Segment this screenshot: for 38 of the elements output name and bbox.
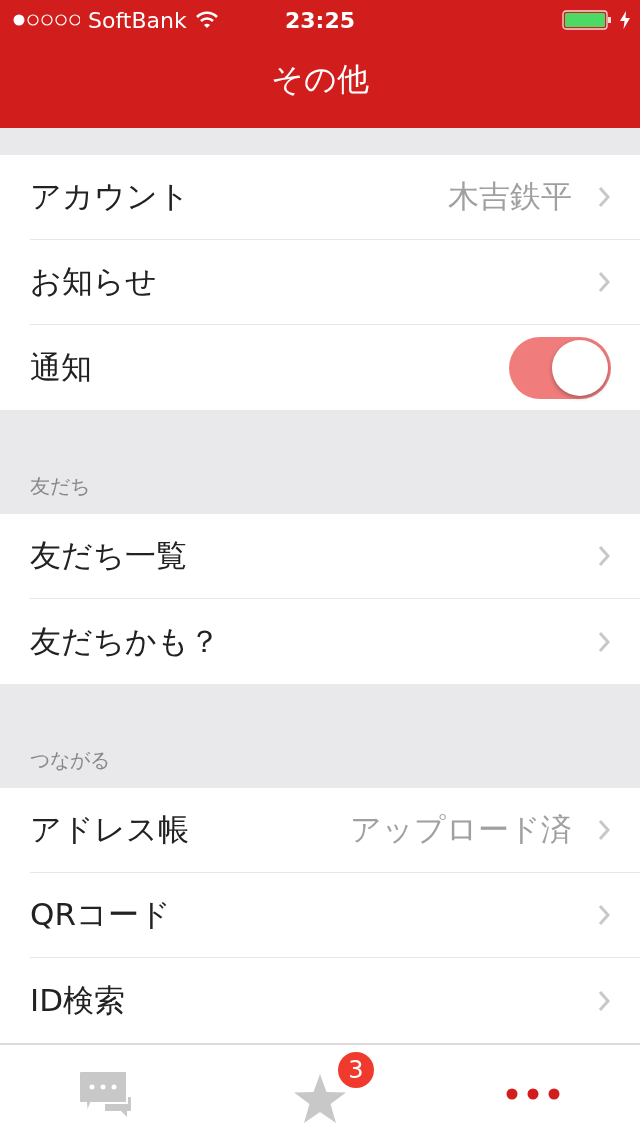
- screen-title: その他: [271, 59, 369, 100]
- star-icon: [294, 1074, 346, 1124]
- chevron-icon: [598, 819, 610, 841]
- settings-row[interactable]: アドレス帳 アップロード済: [30, 788, 640, 873]
- toggle-row[interactable]: 通知: [30, 325, 640, 410]
- chevron-icon: [598, 545, 610, 567]
- chevron-icon: [598, 630, 610, 653]
- wifi-icon: [194, 11, 219, 29]
- settings-row[interactable]: QRコード: [30, 873, 640, 958]
- chevron-icon: [598, 271, 610, 293]
- chevron-icon: [598, 186, 610, 208]
- charging-icon: [620, 11, 630, 29]
- row-label: ID検索: [30, 980, 126, 1020]
- row-label: 通知: [30, 347, 93, 387]
- settings-row[interactable]: 友だちかも？: [30, 599, 640, 684]
- battery-icon: [562, 10, 612, 30]
- row-label: お知らせ: [30, 262, 158, 301]
- section-header: 友だち: [30, 473, 90, 500]
- carrier-name: SoftBank: [88, 7, 187, 33]
- row-value: 木吉鉄平: [448, 177, 572, 216]
- settings-row[interactable]: お知らせ: [30, 240, 640, 325]
- row-label: QRコード: [30, 895, 172, 934]
- notification-switch[interactable]: [509, 336, 611, 399]
- chevron-icon: [598, 989, 610, 1012]
- settings-row[interactable]: ID検索: [30, 958, 640, 1043]
- notification-badge: 3: [338, 1052, 374, 1088]
- settings-row[interactable]: アカウント 木吉鉄平: [30, 155, 640, 240]
- chevron-icon: [598, 904, 610, 926]
- row-label: アカウント: [30, 177, 191, 216]
- status-time: 23:25: [285, 7, 355, 33]
- more-icon: [506, 1088, 561, 1100]
- row-label: 友だちかも？: [30, 621, 221, 661]
- section-header: つながる: [30, 747, 110, 774]
- settings-row[interactable]: 友だち一覧: [30, 514, 640, 599]
- row-value: アップロード済: [350, 810, 572, 849]
- signal-icon: [12, 13, 80, 27]
- row-label: アドレス帳: [30, 810, 190, 849]
- row-label: 友だち一覧: [30, 536, 188, 575]
